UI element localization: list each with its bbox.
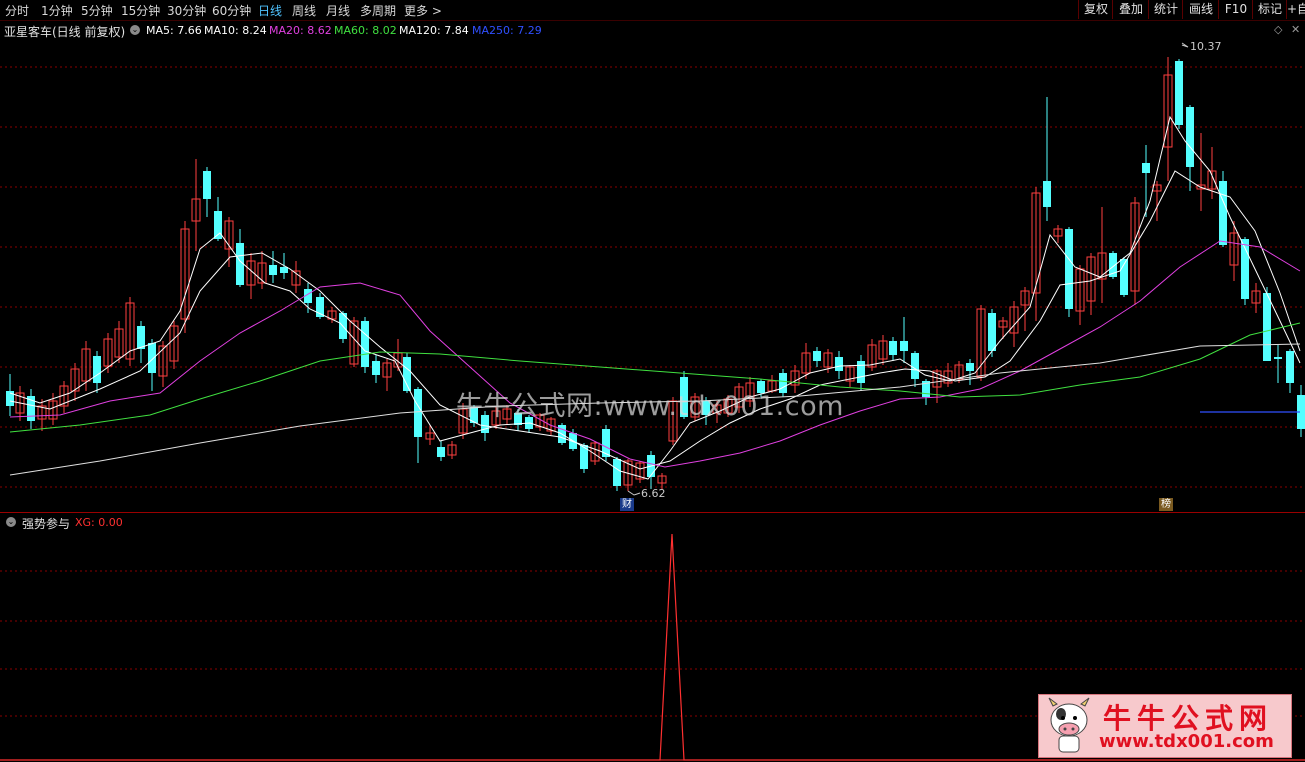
candle-down [966,363,974,371]
ma250-legend: MA250: 7.29 [472,24,542,37]
period-tab-60min[interactable]: 60分钟 [212,2,251,19]
candle-down [613,459,621,486]
cow-mascot-icon [1048,697,1090,753]
ma20-legend: MA20: 8.62 [269,24,332,37]
stock-title: 亚星客车(日线 前复权) [4,25,126,39]
period-tab-more[interactable]: 更多 > [404,2,442,19]
indicator-settings-icon[interactable]: ⌄ [6,517,16,527]
diamond-icon[interactable]: ◇ [1274,23,1282,36]
period-tab-multi[interactable]: 多周期 [360,2,396,19]
period-tab-5min[interactable]: 5分钟 [81,2,113,19]
candle-down [137,326,145,349]
period-toolbar: 分时 1分钟 5分钟 15分钟 30分钟 60分钟 日线 周线 月线 多周期 更… [0,0,1305,21]
period-tab-15min[interactable]: 15分钟 [121,2,160,19]
mark-button[interactable]: 标记 [1252,0,1287,19]
rank-tag[interactable]: 榜 [1159,498,1173,511]
candle-down [414,389,422,437]
settings-circle-icon[interactable]: ⌄ [130,25,140,35]
corner-watermark-url: www.tdx001.com [1099,731,1274,752]
adjust-button[interactable]: 复权 [1078,0,1113,19]
candle-down [280,267,288,273]
candle-down [889,341,897,355]
candle-down [988,313,996,351]
ma5-legend: MA5: 7.66 [146,24,202,37]
candle-down [148,343,156,373]
indicator-name: 强势参与 [22,517,71,531]
close-icon[interactable]: ✕ [1291,23,1300,36]
candle-down [93,356,101,383]
finance-tag[interactable]: 财 [620,498,634,511]
ma60-legend: MA60: 8.02 [334,24,397,37]
candle-down [911,353,919,379]
candle-down [203,171,211,199]
period-tab-weekly[interactable]: 周线 [292,2,316,19]
overlay-button[interactable]: 叠加 [1112,0,1149,19]
f10-button[interactable]: F10 [1218,0,1253,19]
ma120-legend: MA120: 7.84 [399,24,469,37]
candle-down [1186,107,1194,167]
high-price-label: 10.37 [1190,40,1222,53]
candle-down [361,321,369,367]
candle-down [1263,293,1271,361]
period-tab-30min[interactable]: 30分钟 [167,2,206,19]
candle-down [813,351,821,361]
candle-down [835,357,843,371]
candle-down [372,361,380,375]
kline-panel[interactable]: 亚星客车(日线 前复权) ⌄ MA5: 7.66 MA10: 8.24 MA20… [0,21,1305,512]
panel-divider [0,512,1305,513]
candle-down [900,341,908,351]
candle-down [1142,163,1150,173]
candle-down [1065,229,1073,309]
ma10-legend: MA10: 8.24 [204,24,267,37]
low-price-label: 6.62 [641,487,666,500]
ma10-line [9,170,1301,470]
center-watermark: 牛牛公式网:www.tdx001.com [456,391,844,422]
candle-down [1219,181,1227,245]
candle-down [1286,351,1294,383]
indicator-value: XG: 0.00 [75,516,123,529]
low-marker [627,490,641,496]
corner-watermark: 牛牛公式网 www.tdx001.com [1038,694,1292,758]
candle-down [857,361,865,383]
stats-button[interactable]: 统计 [1148,0,1183,19]
candle-down [437,447,445,457]
period-tab-daily[interactable]: 日线 [258,2,282,19]
period-tab-1min[interactable]: 1分钟 [41,2,73,19]
draw-button[interactable]: 画线 [1182,0,1219,19]
period-tab-monthly[interactable]: 月线 [326,2,350,19]
candle-down [1274,357,1282,359]
kline-chart [0,42,1305,496]
candle-down [1175,61,1183,125]
candle-down [1043,181,1051,207]
high-marker [1181,42,1189,48]
custom-button[interactable]: +自 [1286,0,1305,19]
candle-down [269,265,277,275]
period-tab-fenshi[interactable]: 分时 [5,2,29,19]
